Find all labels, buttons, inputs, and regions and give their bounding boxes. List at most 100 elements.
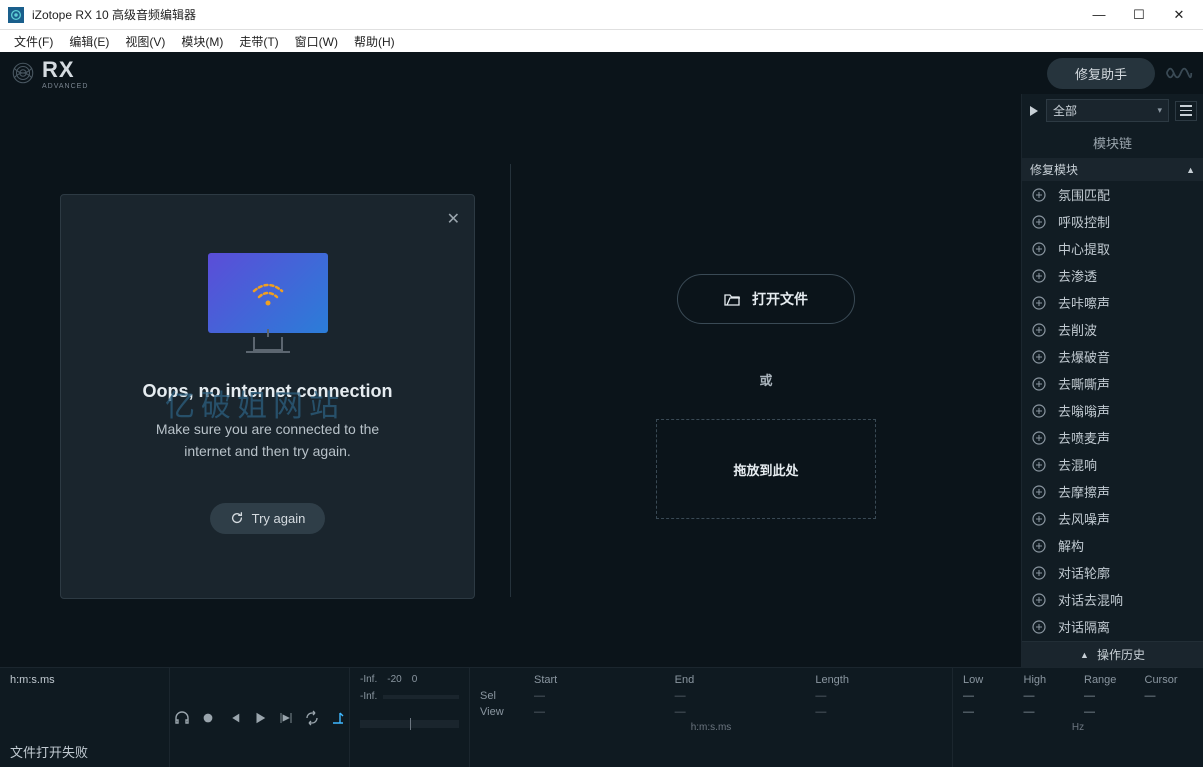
- folder-icon: [724, 292, 740, 306]
- col-length: Length: [815, 674, 942, 686]
- scrub-bar[interactable]: [360, 720, 459, 728]
- row-view: View: [480, 706, 520, 718]
- loop-button[interactable]: [303, 709, 321, 727]
- module-icon: [1030, 483, 1048, 501]
- panel-section-header[interactable]: 修复模块 ▲: [1022, 158, 1203, 181]
- module-label: 去爆破音: [1058, 347, 1110, 366]
- list-view-button[interactable]: [1175, 101, 1197, 121]
- module-item[interactable]: 去爆破音: [1022, 343, 1203, 370]
- meter-label-1: -Inf.: [360, 674, 377, 685]
- close-button[interactable]: ✕: [1171, 7, 1187, 23]
- module-icon: [1030, 213, 1048, 231]
- module-item[interactable]: 呼吸控制: [1022, 208, 1203, 235]
- app-icon: [8, 7, 24, 23]
- collapse-up-icon: ▲: [1186, 165, 1195, 175]
- module-item[interactable]: 去嘶嘶声: [1022, 370, 1203, 397]
- meter-label-3: 0: [412, 674, 418, 685]
- module-item[interactable]: 去混响: [1022, 451, 1203, 478]
- offline-message: Make sure you are connected to the inter…: [156, 418, 379, 463]
- dropzone-label: 拖放到此处: [733, 460, 798, 479]
- dropzone[interactable]: 拖放到此处: [656, 419, 876, 519]
- play-selection-button[interactable]: [277, 709, 295, 727]
- module-item[interactable]: 去风噪声: [1022, 505, 1203, 532]
- low-value: —: [963, 690, 1012, 702]
- menu-file[interactable]: 文件(F): [6, 31, 61, 52]
- menu-edit[interactable]: 编辑(E): [61, 31, 117, 52]
- or-label: 或: [759, 370, 772, 389]
- module-icon: [1030, 537, 1048, 555]
- freq-info-cell: Low High Range Cursor — — — — — — — Hz: [953, 668, 1203, 767]
- module-label: 呼吸控制: [1058, 212, 1110, 231]
- module-item[interactable]: 解构: [1022, 532, 1203, 559]
- menu-transport[interactable]: 走带(T): [231, 31, 286, 52]
- module-label: 去渗透: [1058, 266, 1097, 285]
- module-label: 去嘶嘶声: [1058, 374, 1110, 393]
- module-item[interactable]: 去喷麦声: [1022, 424, 1203, 451]
- row-sel: Sel: [480, 690, 520, 702]
- module-item[interactable]: 对话轮廓: [1022, 559, 1203, 586]
- module-label: 对话隔离: [1058, 617, 1110, 636]
- time-format[interactable]: h:m:s.ms: [10, 674, 159, 686]
- sel-length-value: —: [815, 690, 942, 702]
- menu-modules[interactable]: 模块(M): [173, 31, 231, 52]
- module-label: 对话去混响: [1058, 590, 1123, 609]
- main-row: ✕ Oops, no internet connection: [0, 94, 1203, 667]
- file-status: 文件打开失败: [10, 742, 159, 761]
- module-item[interactable]: 中心提取: [1022, 235, 1203, 262]
- module-label: 去削波: [1058, 320, 1097, 339]
- module-item[interactable]: 对话去混响: [1022, 586, 1203, 613]
- module-item[interactable]: 去削波: [1022, 316, 1203, 343]
- transport-controls: [173, 709, 347, 727]
- open-file-button[interactable]: 打开文件: [677, 274, 855, 324]
- repair-assistant-button[interactable]: 修复助手: [1047, 58, 1155, 89]
- module-item[interactable]: 去嗡嗡声: [1022, 397, 1203, 424]
- headphones-button[interactable]: [173, 709, 191, 727]
- waveform-icon[interactable]: [1165, 59, 1193, 87]
- module-item[interactable]: 去摩擦声: [1022, 478, 1203, 505]
- rewind-button[interactable]: [225, 709, 243, 727]
- module-panel: 全部 ▾ 模块链 修复模块 ▲ 氛围匹配呼吸控制中心提取去渗透去咔嚓声去削波去爆…: [1021, 94, 1203, 667]
- range-value-2: —: [1084, 706, 1133, 718]
- module-item[interactable]: 去咔嚓声: [1022, 289, 1203, 316]
- logo-swirl-icon: [10, 60, 36, 86]
- history-footer[interactable]: ▲ 操作历史: [1022, 641, 1203, 667]
- offline-dialog: ✕ Oops, no internet connection: [60, 194, 475, 599]
- module-label: 中心提取: [1058, 239, 1110, 258]
- refresh-icon: [230, 511, 244, 525]
- record-button[interactable]: [199, 709, 217, 727]
- module-filter-select[interactable]: 全部 ▾: [1046, 99, 1169, 122]
- panel-subtitle: 模块链: [1022, 127, 1203, 158]
- module-item[interactable]: 氛围匹配: [1022, 181, 1203, 208]
- module-label: 去混响: [1058, 455, 1097, 474]
- module-icon: [1030, 240, 1048, 258]
- maximize-button[interactable]: ☐: [1131, 7, 1147, 23]
- minimize-button[interactable]: —: [1091, 7, 1107, 23]
- view-start-value: —: [534, 706, 661, 718]
- app-body: RX ADVANCED 修复助手 ✕: [0, 52, 1203, 767]
- filter-value: 全部: [1053, 102, 1077, 119]
- menu-help[interactable]: 帮助(H): [346, 31, 403, 52]
- range-value: —: [1084, 690, 1133, 702]
- col-range: Range: [1084, 674, 1133, 686]
- play-icon[interactable]: [1028, 105, 1040, 117]
- hz-unit: Hz: [963, 722, 1193, 733]
- follow-playhead-button[interactable]: [329, 709, 347, 727]
- col-high: High: [1024, 674, 1073, 686]
- wifi-off-icon: [248, 277, 288, 309]
- close-icon[interactable]: ✕: [447, 209, 460, 229]
- module-icon: [1030, 564, 1048, 582]
- menu-window[interactable]: 窗口(W): [287, 31, 346, 52]
- module-icon: [1030, 429, 1048, 447]
- module-label: 解构: [1058, 536, 1084, 555]
- module-label: 去风噪声: [1058, 509, 1110, 528]
- module-label: 去摩擦声: [1058, 482, 1110, 501]
- module-label: 去嗡嗡声: [1058, 401, 1110, 420]
- module-item[interactable]: 去渗透: [1022, 262, 1203, 289]
- menu-view[interactable]: 视图(V): [117, 31, 173, 52]
- module-item[interactable]: 对话隔离: [1022, 613, 1203, 640]
- logo-text: RX: [42, 57, 88, 83]
- sel-end-value: —: [675, 690, 802, 702]
- stage-left: ✕ Oops, no internet connection: [0, 94, 510, 667]
- play-button[interactable]: [251, 709, 269, 727]
- try-again-button[interactable]: Try again: [210, 503, 326, 534]
